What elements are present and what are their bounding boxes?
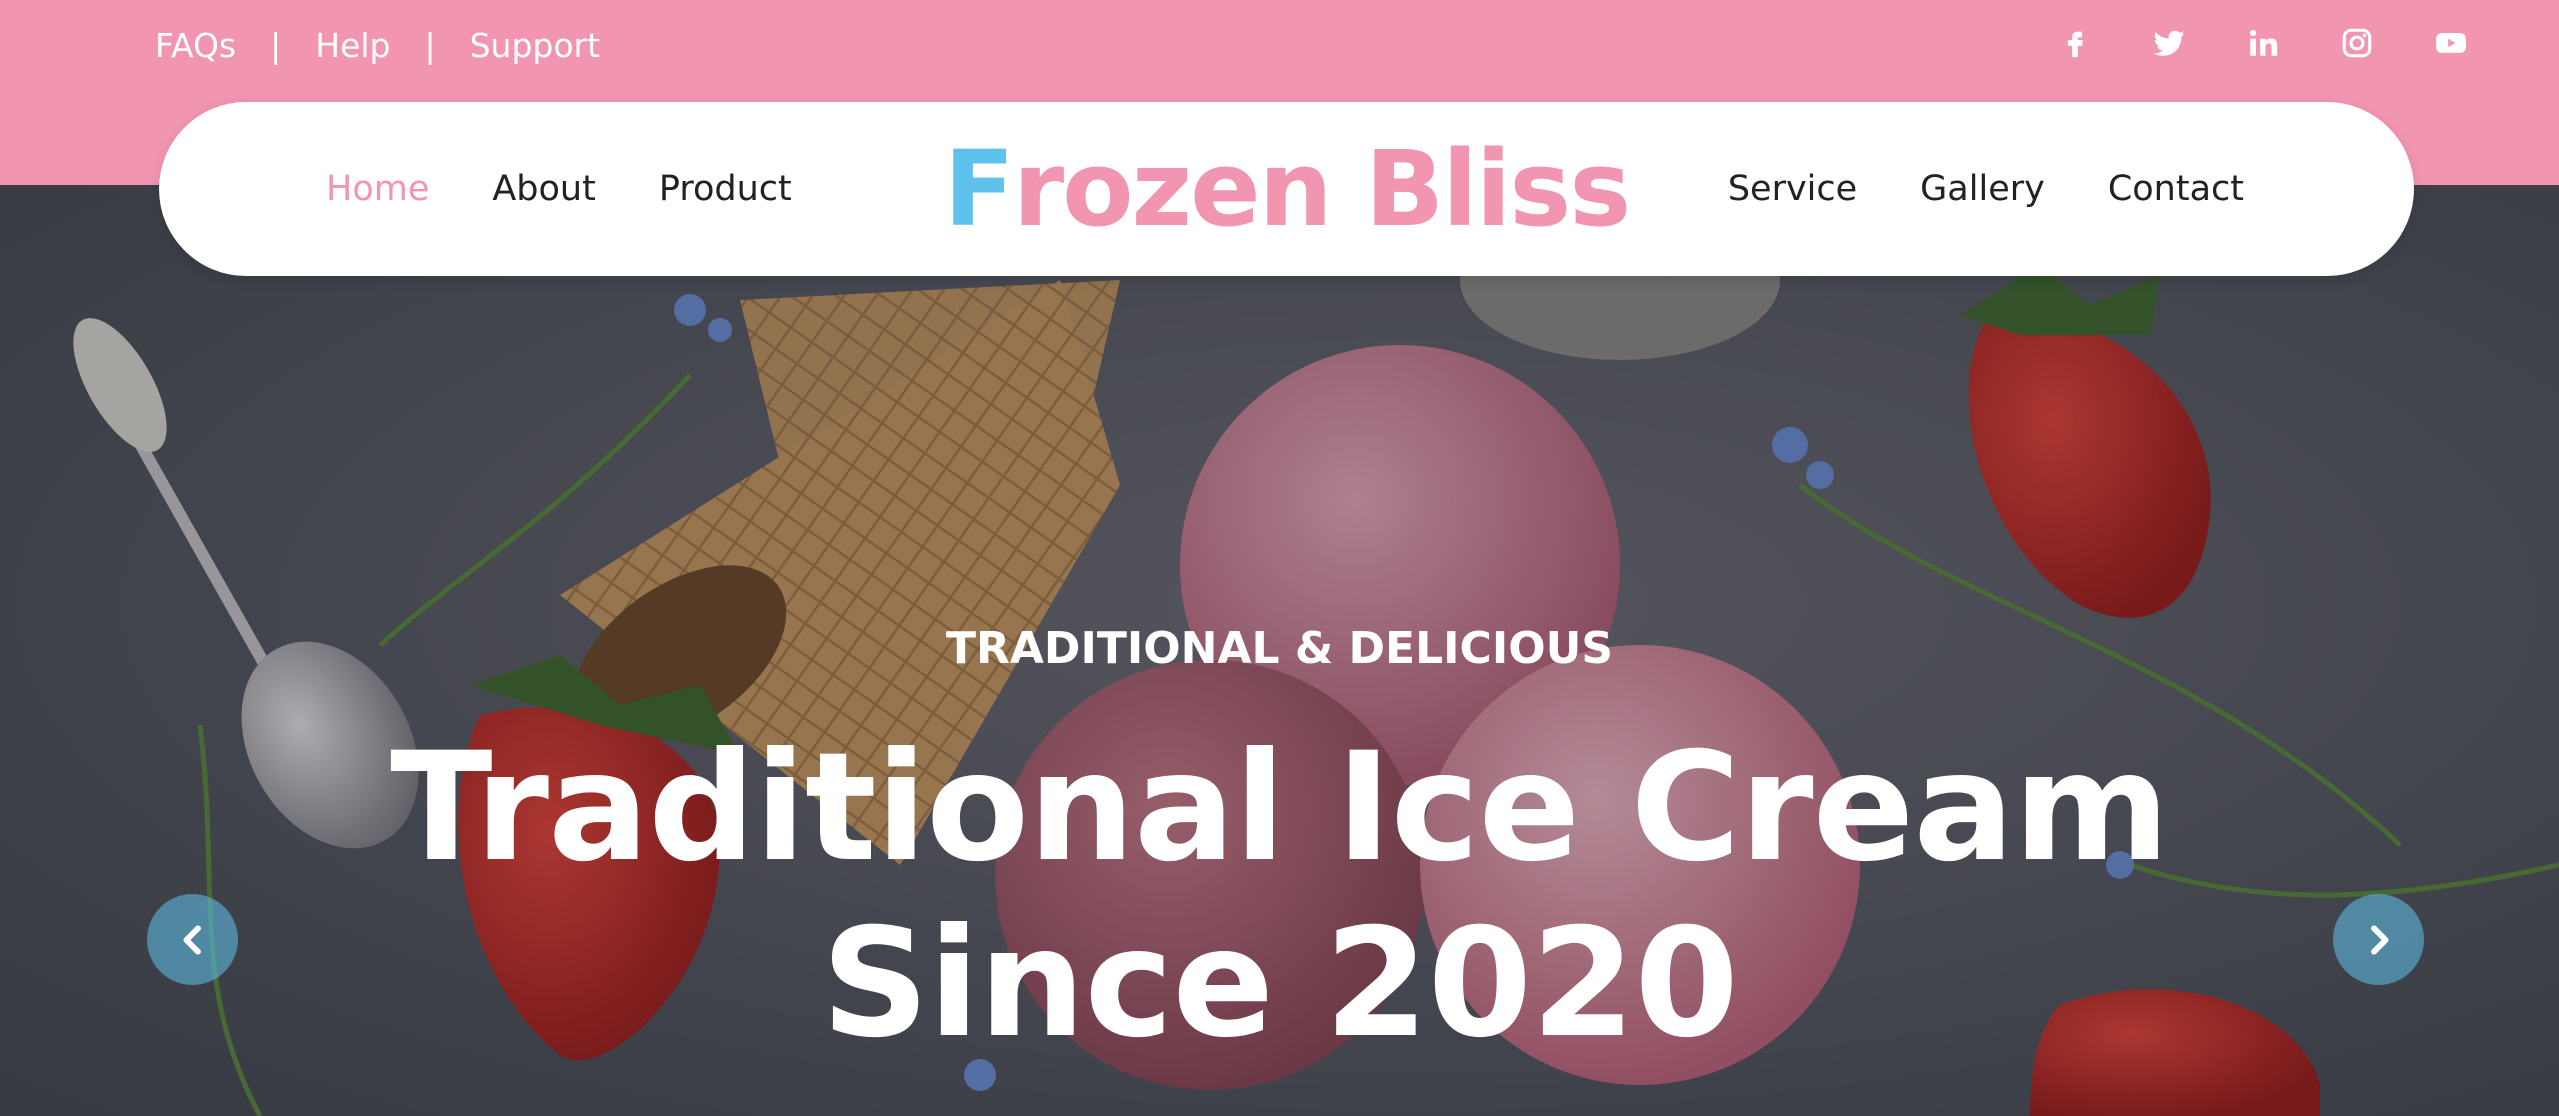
nav-home[interactable]: Home <box>326 169 429 209</box>
separator: | <box>270 25 282 65</box>
faqs-link[interactable]: FAQs <box>155 26 236 65</box>
support-link[interactable]: Support <box>470 26 600 65</box>
carousel-prev-button[interactable] <box>147 894 238 985</box>
nav-service[interactable]: Service <box>1728 169 1857 209</box>
separator: | <box>424 25 436 65</box>
brand-first-letter: F <box>943 128 1015 250</box>
nav-about[interactable]: About <box>492 169 595 209</box>
chevron-left-icon <box>182 924 201 955</box>
nav-right: Service Gallery Contact <box>1665 102 2244 276</box>
nav-gallery[interactable]: Gallery <box>1920 169 2045 209</box>
hero-headline: Traditional Ice Cream Since 2020 <box>0 720 2559 1072</box>
twitter-icon[interactable] <box>2139 20 2199 66</box>
hero-headline-line1: Traditional Ice Cream <box>390 721 2170 895</box>
nav-contact[interactable]: Contact <box>2108 169 2244 209</box>
brand-rest: rozen Bliss <box>1012 128 1631 250</box>
instagram-icon[interactable] <box>2327 20 2387 66</box>
nav-left: Home About Product <box>326 102 855 276</box>
nav-product[interactable]: Product <box>659 169 792 209</box>
top-links: FAQs | Help | Support <box>155 22 600 68</box>
facebook-icon[interactable] <box>2045 20 2105 66</box>
linkedin-icon[interactable] <box>2233 20 2293 66</box>
social-links <box>2011 20 2481 66</box>
hero-eyebrow: TRADITIONAL & DELICIOUS <box>945 623 1614 674</box>
carousel-next-button[interactable] <box>2333 894 2424 985</box>
chevron-right-icon <box>2370 924 2389 955</box>
youtube-icon[interactable] <box>2421 20 2481 66</box>
hero-headline-line2: Since 2020 <box>821 897 1739 1071</box>
help-link[interactable]: Help <box>315 26 390 65</box>
main-navbar: Home About Product Frozen Bliss Service … <box>159 102 2414 276</box>
